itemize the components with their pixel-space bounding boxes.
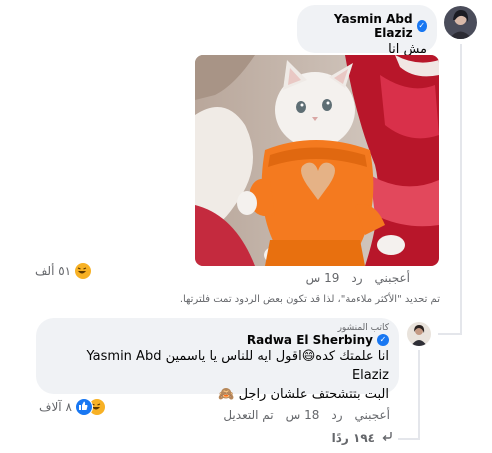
avatar-yasmin[interactable] (444, 6, 477, 39)
thread-line-reply (418, 350, 420, 440)
reaction-count: ٥١ ألف (35, 264, 72, 278)
comment2-actions: أعجبني رد 18 س تم التعديل (223, 408, 390, 422)
reply-button[interactable]: رد (331, 408, 342, 422)
like-button[interactable]: أعجبني (355, 408, 390, 422)
edited-label: تم التعديل (223, 408, 274, 422)
verified-badge-icon: ✓ (377, 334, 389, 346)
reaction-count: ٨ آلاف (39, 400, 72, 414)
haha-reaction-icon (74, 262, 93, 280)
thread-line-branch (438, 333, 462, 335)
thread-line-main (460, 44, 462, 334)
verified-badge-icon: ✓ (416, 20, 427, 32)
comment-photo[interactable] (195, 55, 439, 266)
comment-author-name[interactable]: Yasmin Abd Elaziz (307, 12, 413, 40)
avatar-radwa[interactable] (407, 322, 431, 346)
comment-time[interactable]: 19 س (306, 271, 340, 285)
comment-text-line1: انا علمتك كده😄اقول ايه للناس يا ياسمين Y… (86, 349, 389, 383)
replies-count[interactable]: ١٩٤ ردًا (332, 431, 375, 445)
comment-bubble-yasmin: ✓ Yasmin Abd Elaziz مش انا (297, 5, 437, 57)
view-replies-link[interactable]: ١٩٤ ردًا (332, 430, 393, 445)
comment1-actions: أعجبني رد 19 س (306, 271, 410, 285)
comment-author-row: ✓ Yasmin Abd Elaziz (307, 12, 427, 40)
comment2-reactions[interactable]: ٨ آلاف (39, 398, 106, 416)
comment-author-name[interactable]: Radwa El Sherbiny (247, 333, 373, 347)
thread-line-replies (398, 438, 420, 440)
filter-notice: تم تحديد "الأكثر ملاءمة"، لذا قد تكون بع… (179, 294, 440, 305)
comment1-reactions[interactable]: ٥١ ألف (35, 262, 93, 280)
comment-time[interactable]: 18 س (286, 408, 320, 422)
author-badge: كاتب المنشور (337, 323, 389, 333)
comment-author-row: ✓ Radwa El Sherbiny (46, 333, 389, 347)
like-reaction-icon (74, 398, 93, 416)
reply-arrow-icon (381, 430, 393, 445)
reply-button[interactable]: رد (351, 271, 362, 285)
like-button[interactable]: أعجبني (375, 271, 410, 285)
comment-bubble-radwa: كاتب المنشور ✓ Radwa El Sherbiny انا علم… (36, 318, 399, 402)
